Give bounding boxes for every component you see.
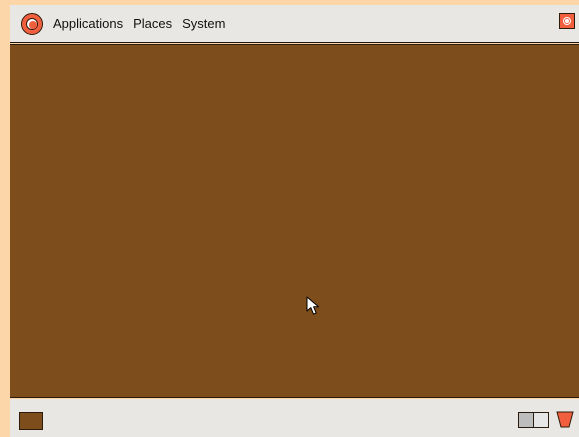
menu-applications[interactable]: Applications xyxy=(53,16,123,32)
menu-system[interactable]: System xyxy=(182,16,225,32)
top-panel: Applications Places System xyxy=(10,5,579,43)
close-icon[interactable] xyxy=(559,13,575,29)
main-menu-icon[interactable] xyxy=(21,13,43,35)
show-desktop-button[interactable] xyxy=(19,412,43,430)
workspace-2-button[interactable] xyxy=(533,412,549,428)
menu-bar: Applications Places System xyxy=(53,16,225,32)
menu-places[interactable]: Places xyxy=(133,16,172,32)
desktop-screen: Applications Places System xyxy=(0,0,579,437)
mouse-pointer-icon xyxy=(306,296,319,315)
workspace-1-button[interactable] xyxy=(518,412,534,428)
trash-icon[interactable] xyxy=(556,411,574,428)
workspace-switcher xyxy=(518,412,549,428)
desktop-area[interactable] xyxy=(10,44,579,398)
bottom-panel xyxy=(10,399,579,437)
